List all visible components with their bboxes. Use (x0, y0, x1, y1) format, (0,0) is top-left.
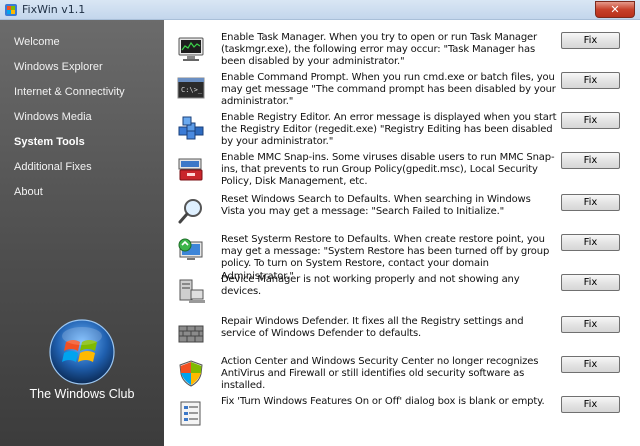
fixwin-app-icon (5, 4, 17, 16)
fix-row-command-prompt: C:\>_ Enable Command Prompt. When you ru… (164, 72, 640, 112)
security-shield-icon (179, 360, 203, 387)
fix-row-device-manager: Device Manager is not working properly a… (164, 274, 640, 314)
sidebar-item-windows-media[interactable]: Windows Media (14, 109, 160, 125)
fix-description: Reset Windows Search to Defaults. When s… (221, 194, 531, 218)
title-bar: FixWin v1.1 ✕ (0, 0, 640, 20)
fix-description: Enable Registry Editor. An error message… (221, 112, 557, 148)
fix-button-windows-features[interactable]: Fix (561, 396, 620, 413)
fix-description: Enable Command Prompt. When you run cmd.… (221, 72, 556, 108)
sidebar: Welcome Windows Explorer Internet & Conn… (0, 20, 164, 446)
sidebar-item-additional-fixes[interactable]: Additional Fixes (14, 159, 160, 175)
fix-button-task-manager[interactable]: Fix (561, 32, 620, 49)
fix-button-mmc-snapins[interactable]: Fix (561, 152, 620, 169)
fix-button-windows-defender[interactable]: Fix (561, 316, 620, 333)
fix-row-security-center: Action Center and Windows Security Cente… (164, 356, 640, 396)
fix-row-mmc-snapins: Enable MMC Snap-ins. Some viruses disabl… (164, 152, 640, 192)
system-restore-icon (178, 238, 203, 260)
window-title: FixWin v1.1 (22, 3, 86, 16)
fix-row-windows-features: Fix 'Turn Windows Features On or Off' di… (164, 396, 640, 436)
sidebar-item-windows-explorer[interactable]: Windows Explorer (14, 59, 160, 75)
fix-description: Repair Windows Defender. It fixes all th… (221, 316, 524, 340)
fix-row-windows-defender: Repair Windows Defender. It fixes all th… (164, 316, 640, 356)
fixes-panel: Enable Task Manager. When you try to ope… (164, 20, 640, 446)
fix-button-windows-search[interactable]: Fix (561, 194, 620, 211)
fix-button-command-prompt[interactable]: Fix (561, 72, 620, 89)
fix-row-task-manager: Enable Task Manager. When you try to ope… (164, 32, 640, 72)
brand-label: The Windows Club (29, 387, 135, 401)
fix-description: Device Manager is not working properly a… (221, 274, 520, 298)
sidebar-item-internet-connectivity[interactable]: Internet & Connectivity (14, 84, 160, 100)
fix-description: Action Center and Windows Security Cente… (221, 356, 539, 392)
svg-text:C:\>_: C:\>_ (181, 86, 203, 94)
firewall-wall-icon (178, 325, 204, 343)
sidebar-item-system-tools[interactable]: System Tools (14, 134, 160, 150)
registry-editor-icon (178, 116, 204, 140)
close-button[interactable]: ✕ (595, 1, 635, 18)
fix-button-security-center[interactable]: Fix (561, 356, 620, 373)
task-manager-icon (178, 37, 204, 61)
fix-row-system-restore: Reset Systerm Restore to Defaults. When … (164, 234, 640, 282)
fix-description: Fix 'Turn Windows Features On or Off' di… (221, 396, 545, 407)
fix-row-windows-search: Reset Windows Search to Defaults. When s… (164, 194, 640, 234)
mmc-toolbox-icon (178, 158, 203, 181)
device-manager-icon (179, 279, 205, 303)
sidebar-item-welcome[interactable]: Welcome (14, 34, 160, 50)
fix-button-device-manager[interactable]: Fix (561, 274, 620, 291)
fix-description: Enable MMC Snap-ins. Some viruses disabl… (221, 152, 555, 188)
command-prompt-icon: C:\>_ (177, 77, 205, 99)
fix-button-registry-editor[interactable]: Fix (561, 112, 620, 129)
windows-features-icon (180, 401, 201, 426)
sidebar-item-about[interactable]: About (14, 184, 160, 200)
fix-button-system-restore[interactable]: Fix (561, 234, 620, 251)
magnifier-icon (178, 199, 202, 224)
fix-description: Enable Task Manager. When you try to ope… (221, 32, 538, 68)
windows-logo-icon (49, 319, 115, 385)
fix-row-registry-editor: Enable Registry Editor. An error message… (164, 112, 640, 152)
